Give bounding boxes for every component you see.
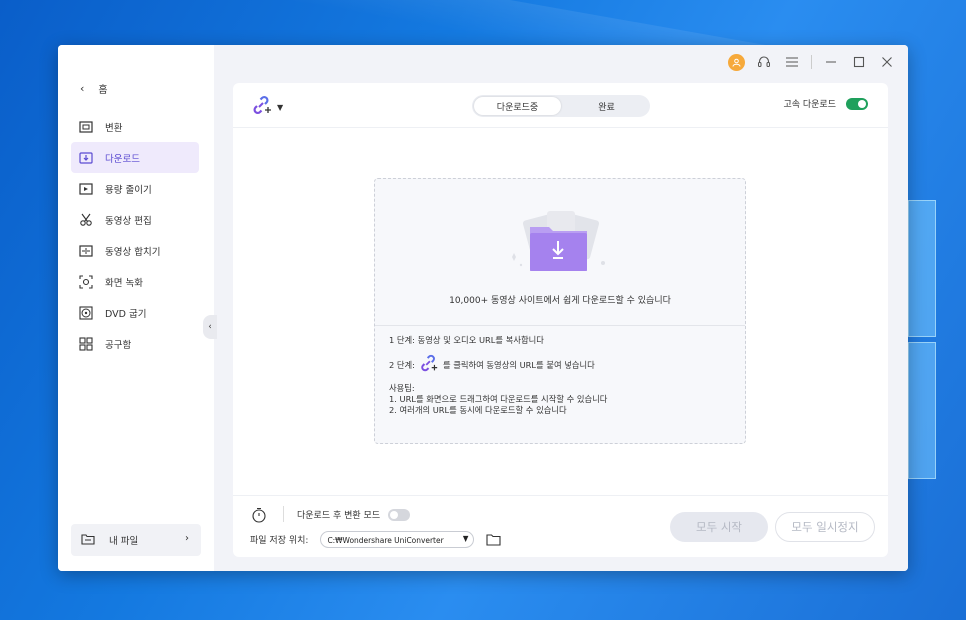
- sidebar-item-dvd[interactable]: DVD 굽기: [71, 297, 199, 328]
- tip-2-text: 2. 여러개의 URL를 동시에 다운로드할 수 있습니다: [389, 405, 567, 415]
- chevron-right-icon: ›: [185, 533, 189, 544]
- step-1-text: 1 단계: 동영상 및 오디오 URL를 복사합니다: [389, 335, 544, 345]
- home-link[interactable]: ‹ 홈: [80, 81, 108, 96]
- download-icon: [79, 151, 93, 165]
- sidebar-item-label: 용량 줄이기: [105, 184, 152, 196]
- save-path-dropdown[interactable]: C:₩Wondershare UniConverter ▼: [320, 531, 475, 548]
- drop-zone-caption: 10,000+ 동영상 사이트에서 쉽게 다운로드할 수 있습니다: [449, 296, 671, 306]
- sidebar-item-edit[interactable]: 동영상 편집: [71, 204, 199, 235]
- sidebar: ‹ 홈 변환 다운로드 용량 줄이기 동영상 편집 동영상 합치기 화면 녹화 …: [58, 45, 214, 571]
- chevron-down-icon: ▼: [462, 534, 469, 543]
- start-all-button[interactable]: 모두 시작: [670, 512, 768, 542]
- tab-downloading[interactable]: 다운로드중: [474, 97, 561, 115]
- tip-1-text: 1. URL를 화면으로 드래그하여 다운로드를 시작할 수 있습니다: [389, 394, 608, 404]
- merge-icon: [79, 244, 93, 258]
- save-location: 파일 저장 위치: C:₩Wondershare UniConverter ▼: [250, 531, 502, 548]
- url-drop-zone[interactable]: 10,000+ 동영상 사이트에서 쉽게 다운로드할 수 있습니다 1 단계: …: [374, 178, 746, 444]
- sidebar-item-merge[interactable]: 동영상 합치기: [71, 235, 199, 266]
- timer-icon[interactable]: [251, 507, 267, 523]
- titlebar-controls: [728, 53, 896, 71]
- tab-completed[interactable]: 완료: [563, 95, 650, 117]
- open-folder-icon[interactable]: [486, 533, 502, 547]
- folder-icon: [81, 533, 95, 548]
- pause-all-button[interactable]: 모두 일시정지: [775, 512, 875, 542]
- link-add-icon: [419, 354, 439, 377]
- download-panel: ▼ 다운로드중 완료 고속 다운로드 10,000+ 동영상 사이트에서 쉽게 …: [233, 83, 888, 557]
- instructions: 1 단계: 동영상 및 오디오 URL를 복사합니다 2 단계: 를 클릭하여 …: [389, 335, 607, 416]
- compress-icon: [79, 182, 93, 196]
- convert-icon: [79, 120, 93, 134]
- chevron-down-icon: ▼: [277, 103, 284, 112]
- dvd-icon: [79, 305, 93, 320]
- step-2-prefix: 2 단계:: [389, 360, 415, 370]
- sidebar-item-label: 다운로드: [105, 153, 140, 165]
- maximize-icon[interactable]: [850, 53, 868, 71]
- app-window: ‹ 홈 변환 다운로드 용량 줄이기 동영상 편집 동영상 합치기 화면 녹화 …: [58, 45, 908, 571]
- my-files-button[interactable]: 내 파일 ›: [71, 524, 201, 556]
- status-tabs: 다운로드중 완료: [472, 95, 650, 117]
- menu-icon[interactable]: [783, 53, 801, 71]
- headset-icon[interactable]: [755, 53, 773, 71]
- sidebar-item-label: 변환: [105, 122, 123, 134]
- convert-after-toggle[interactable]: [388, 508, 411, 521]
- minimize-icon[interactable]: [822, 53, 840, 71]
- fast-download-toggle[interactable]: [846, 97, 868, 110]
- tips-title: 사용팁:: [389, 383, 415, 393]
- sidebar-item-compress[interactable]: 용량 줄이기: [71, 173, 199, 204]
- panel-header: ▼ 다운로드중 완료 고속 다운로드: [233, 83, 888, 128]
- link-add-icon: [251, 95, 273, 120]
- sidebar-item-label: 동영상 편집: [105, 215, 152, 227]
- sidebar-item-label: 동영상 합치기: [105, 246, 161, 258]
- sidebar-item-label: DVD 굽기: [105, 308, 147, 320]
- sidebar-item-label: 화면 녹화: [105, 277, 143, 289]
- home-label: 홈: [98, 85, 108, 96]
- save-path-value: C:₩Wondershare UniConverter: [327, 534, 444, 545]
- desktop-windows-logo: [906, 200, 966, 480]
- user-avatar-icon[interactable]: [728, 53, 745, 71]
- panel-footer: 다운로드 후 변환 모드 파일 저장 위치: C:₩Wondershare Un…: [233, 495, 888, 557]
- add-url-button[interactable]: ▼: [251, 95, 283, 120]
- convert-after-download: 다운로드 후 변환 모드: [297, 508, 411, 521]
- sidebar-item-screen-record[interactable]: 화면 녹화: [71, 266, 199, 297]
- chevron-left-icon: ‹: [208, 322, 212, 332]
- convert-after-label: 다운로드 후 변환 모드: [297, 511, 381, 521]
- titlebar-divider: [811, 55, 812, 69]
- drop-zone-illustration-area: 10,000+ 동영상 사이트에서 쉽게 다운로드할 수 있습니다: [375, 179, 745, 326]
- back-arrow-icon: ‹: [80, 82, 85, 95]
- step-2-row: 2 단계: 를 클릭하여 동영상의 URL를 붙여 넣습니다: [389, 354, 607, 377]
- my-files-label: 내 파일: [109, 536, 139, 547]
- download-folder-icon: [505, 209, 615, 279]
- footer-divider: [283, 506, 284, 522]
- collapse-sidebar-button[interactable]: ‹: [203, 315, 217, 339]
- toolbox-icon: [79, 336, 93, 351]
- screen-record-icon: [79, 274, 93, 289]
- step-2-suffix: 를 클릭하여 동영상의 URL를 붙여 넣습니다: [442, 360, 595, 370]
- save-location-label: 파일 저장 위치:: [250, 536, 309, 546]
- fast-download: 고속 다운로드: [783, 97, 868, 110]
- sidebar-item-convert[interactable]: 변환: [71, 111, 199, 142]
- sidebar-nav: 변환 다운로드 용량 줄이기 동영상 편집 동영상 합치기 화면 녹화 DVD …: [71, 111, 199, 359]
- close-icon[interactable]: [878, 53, 896, 71]
- sidebar-item-label: 공구함: [105, 339, 132, 351]
- sidebar-item-download[interactable]: 다운로드: [71, 142, 199, 173]
- fast-download-label: 고속 다운로드: [783, 100, 836, 110]
- scissors-icon: [79, 213, 93, 227]
- sidebar-item-toolbox[interactable]: 공구함: [71, 328, 199, 359]
